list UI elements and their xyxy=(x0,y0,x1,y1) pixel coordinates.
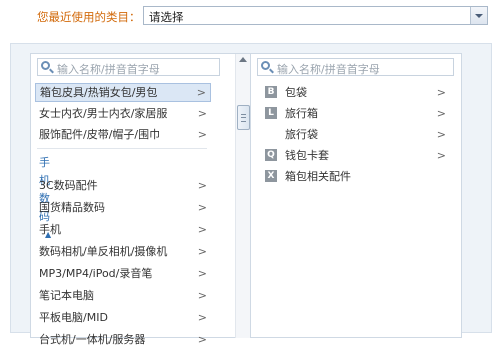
subcategory-item-label: 箱包相关配件 xyxy=(285,170,351,183)
recent-category-select[interactable]: 请选择 xyxy=(143,6,488,25)
search-placeholder: 输入名称/拼音首字母 xyxy=(57,63,160,76)
category-column-2: 输入名称/拼音首字母 B 包袋 > L 旅行箱 > 旅行袋 > Q 钱包卡套 > xyxy=(250,53,462,338)
category-item-label: 3C数码配件 xyxy=(39,179,98,192)
category-item[interactable]: 平板电脑/MID > xyxy=(35,308,211,327)
subcategory-item-label: 旅行箱 xyxy=(285,107,318,120)
chevron-right-icon: > xyxy=(197,223,207,236)
category-search-input-1[interactable]: 输入名称/拼音首字母 xyxy=(37,58,220,76)
category-item-label: 箱包皮具/热销女包/男包 xyxy=(40,86,158,99)
category-item[interactable]: 女士内衣/男士内衣/家居服 > xyxy=(35,104,211,123)
subcategory-item[interactable]: X 箱包相关配件 xyxy=(255,167,450,186)
chevron-right-icon: > xyxy=(197,267,207,280)
category-item[interactable]: 服饰配件/皮带/帽子/围巾 > xyxy=(35,125,211,144)
index-letter-badge: Q xyxy=(265,149,277,161)
recent-category-bar: 您最近使用的类目： 请选择 xyxy=(0,0,500,34)
chevron-right-icon: > xyxy=(197,201,207,214)
chevron-right-icon: > xyxy=(436,128,446,141)
index-letter-badge: B xyxy=(265,86,277,98)
chevron-right-icon: > xyxy=(197,289,207,302)
chevron-right-icon: > xyxy=(436,107,446,120)
category-group-header[interactable]: 手机数码▲ xyxy=(39,154,51,239)
chevron-right-icon: > xyxy=(197,107,207,120)
category-item[interactable]: 笔记本电脑 > xyxy=(35,286,211,305)
category-item-label: 女士内衣/男士内衣/家居服 xyxy=(39,107,168,120)
subcategory-item[interactable]: 旅行袋 > xyxy=(255,125,450,144)
index-letter-badge: X xyxy=(265,170,277,182)
search-icon xyxy=(261,61,270,70)
category-item-label: 服饰配件/皮带/帽子/围巾 xyxy=(39,128,161,141)
category-item-label: 笔记本电脑 xyxy=(39,289,94,302)
category-picker-panel: 输入名称/拼音首字母 箱包皮具/热销女包/男包 > 女士内衣/男士内衣/家居服 … xyxy=(10,43,492,346)
chevron-right-icon: > xyxy=(436,86,446,99)
category-search-input-2[interactable]: 输入名称/拼音首字母 xyxy=(257,58,454,76)
category-item-label: 国货精品数码 xyxy=(39,201,105,214)
index-letter-badge: L xyxy=(265,107,277,119)
chevron-right-icon: > xyxy=(196,86,206,99)
chevron-right-icon: > xyxy=(197,179,207,192)
category-item-label: 手机 xyxy=(39,223,61,236)
category-column-1: 输入名称/拼音首字母 箱包皮具/热销女包/男包 > 女士内衣/男士内衣/家居服 … xyxy=(30,53,252,346)
search-icon xyxy=(41,61,50,70)
subcategory-item[interactable]: L 旅行箱 > xyxy=(255,104,450,123)
subcategory-item-label: 旅行袋 xyxy=(285,128,318,141)
dropdown-arrow-icon[interactable] xyxy=(470,7,487,24)
category-item[interactable]: 3C数码配件 > xyxy=(35,176,211,195)
scroll-up-arrow-icon[interactable] xyxy=(239,57,247,62)
recent-category-label: 您最近使用的类目： xyxy=(37,10,141,24)
divider xyxy=(37,148,207,149)
chevron-right-icon: > xyxy=(197,311,207,324)
chevron-right-icon: > xyxy=(197,128,207,141)
search-placeholder: 输入名称/拼音首字母 xyxy=(277,63,380,76)
scrollbar-thumb[interactable] xyxy=(237,105,250,130)
category-item-label: 数码相机/单反相机/摄像机 xyxy=(39,245,168,258)
recent-category-value: 请选择 xyxy=(149,10,184,24)
chevron-right-icon: > xyxy=(436,149,446,162)
category-item[interactable]: 国货精品数码 > xyxy=(35,198,211,217)
category-item-label: 台式机/一体机/服务器 xyxy=(39,333,146,346)
subcategory-item[interactable]: Q 钱包卡套 > xyxy=(255,146,450,165)
chevron-right-icon: > xyxy=(197,245,207,258)
category-item[interactable]: 台式机/一体机/服务器 > xyxy=(35,330,211,349)
category-item[interactable]: MP3/MP4/iPod/录音笔 > xyxy=(35,264,211,283)
category-item-label: MP3/MP4/iPod/录音笔 xyxy=(39,267,153,280)
category-item[interactable]: 数码相机/单反相机/摄像机 > xyxy=(35,242,211,261)
category-item[interactable]: 手机 > xyxy=(35,220,211,239)
subcategory-item[interactable]: B 包袋 > xyxy=(255,83,450,102)
category-item-label: 平板电脑/MID xyxy=(39,311,108,324)
subcategory-item-label: 包袋 xyxy=(285,86,307,99)
category-item[interactable]: 箱包皮具/热销女包/男包 > xyxy=(35,83,211,102)
subcategory-item-label: 钱包卡套 xyxy=(285,149,329,162)
chevron-right-icon: > xyxy=(197,333,207,346)
